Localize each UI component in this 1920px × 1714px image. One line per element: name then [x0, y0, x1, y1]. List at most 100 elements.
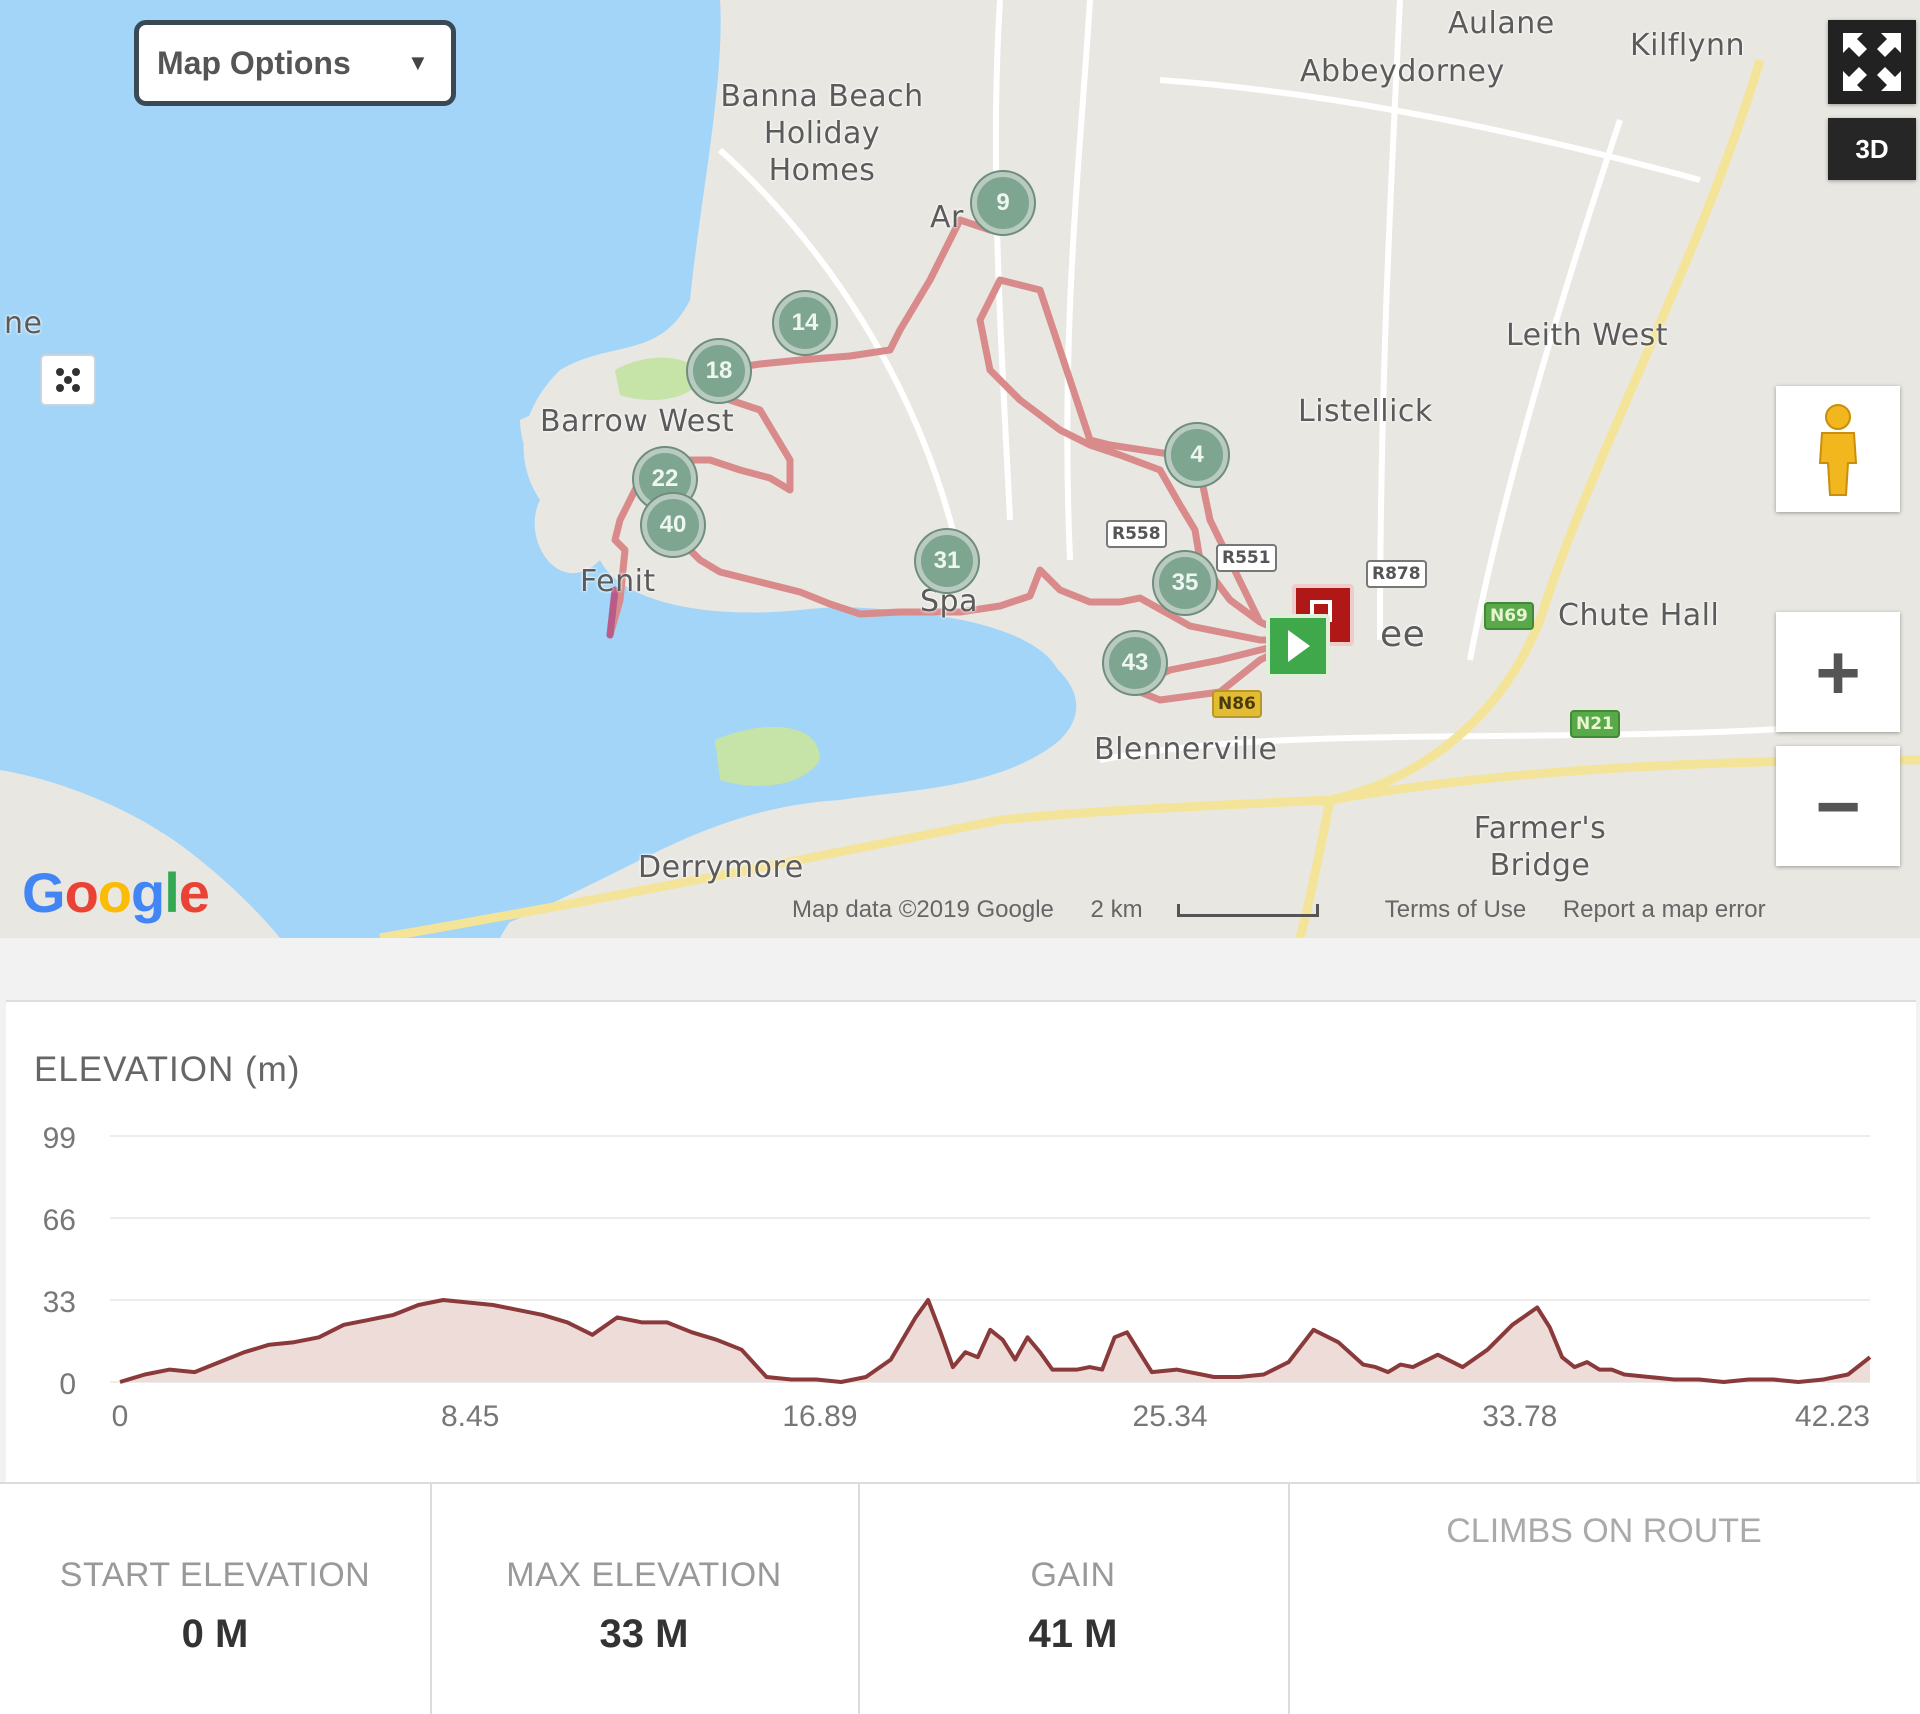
elevation-point	[1721, 1379, 1727, 1385]
report-error-link[interactable]: Report a map error	[1563, 896, 1766, 923]
place-label-blennerville: Blennerville	[1094, 732, 1278, 767]
elevation-point	[1584, 1359, 1590, 1365]
elevation-point	[1199, 1372, 1205, 1378]
place-label-derrymore: Derrymore	[638, 850, 804, 885]
km-marker-4[interactable]: 4	[1166, 424, 1228, 486]
stats-row: START ELEVATION 0 M MAX ELEVATION 33 M G…	[0, 1482, 1920, 1714]
elevation-point	[391, 1312, 397, 1318]
street-view-pegman-button[interactable]	[1776, 386, 1900, 512]
elevation-point	[788, 1377, 794, 1383]
elevation-point	[689, 1329, 695, 1335]
elevation-point	[1534, 1305, 1540, 1311]
zoom-divider	[1790, 737, 1886, 739]
elevation-point	[1621, 1372, 1627, 1378]
google-logo: Google	[22, 861, 210, 924]
elevation-point	[465, 1300, 471, 1306]
elevation-point	[1596, 1367, 1602, 1373]
elevation-point	[1261, 1372, 1267, 1378]
km-marker-43[interactable]: 43	[1104, 632, 1166, 694]
elevation-point	[1037, 1349, 1043, 1355]
elevation-point	[316, 1334, 322, 1340]
elevation-point	[938, 1329, 944, 1335]
elevation-point	[1398, 1362, 1404, 1368]
place-label-leith-west: Leith West	[1506, 318, 1669, 353]
elevation-point	[714, 1337, 720, 1343]
elevation-point	[813, 1377, 819, 1383]
elevation-point	[838, 1379, 844, 1385]
place-label-tralee-partial: ee	[1380, 614, 1426, 655]
elevation-point	[1410, 1364, 1416, 1370]
stat-max-elevation: MAX ELEVATION 33 M	[430, 1484, 860, 1714]
elevation-point	[1012, 1357, 1018, 1363]
stat-label: START ELEVATION	[59, 1556, 371, 1594]
elevation-point	[192, 1369, 198, 1375]
elevation-point	[1311, 1327, 1317, 1333]
elevation-point	[1646, 1374, 1652, 1380]
km-marker-14[interactable]: 14	[774, 292, 836, 354]
view-3d-button[interactable]: 3D	[1828, 118, 1916, 180]
elevation-point	[639, 1319, 645, 1325]
km-marker-9[interactable]: 9	[972, 172, 1034, 234]
elevation-point	[440, 1297, 446, 1303]
place-label-farmers-bridge: Farmer's Bridge	[1473, 811, 1607, 883]
elevation-point	[1335, 1339, 1341, 1345]
elevation-point	[925, 1297, 931, 1303]
y-tick-label: 0	[59, 1368, 76, 1401]
scale-bar	[1176, 904, 1319, 918]
map-data-attribution: Map data ©2019 Google	[792, 896, 1054, 923]
stat-value: 0 M	[181, 1612, 249, 1656]
x-tick-label: 42.23	[1795, 1400, 1870, 1433]
map-options-button[interactable]: Map Options ▼	[134, 20, 456, 106]
road-badge-r878: R878	[1366, 560, 1427, 588]
km-marker-35[interactable]: 35	[1154, 552, 1216, 614]
elevation-point	[1286, 1359, 1292, 1365]
elevation-point	[913, 1314, 919, 1320]
elevation-point	[764, 1374, 770, 1380]
zoom-in-button[interactable]: +	[1776, 612, 1900, 732]
map-footer: Map data ©2019 Google 2 km Terms of Use …	[792, 896, 1796, 924]
elevation-point	[241, 1349, 247, 1355]
terms-link[interactable]: Terms of Use	[1385, 896, 1526, 923]
elevation-point	[962, 1349, 968, 1355]
fullscreen-icon	[1843, 33, 1901, 91]
elevation-point	[1770, 1377, 1776, 1383]
route-map[interactable]: Aulane Kilflynn Abbeydorney Banna Beach H…	[0, 0, 1920, 938]
x-tick-label: 25.34	[1133, 1400, 1208, 1433]
elevation-point	[291, 1339, 297, 1345]
elevation-chart[interactable]: 0 33 66 99 0 8.45 16.89 25.34 33.78 42.23	[6, 1002, 1916, 1484]
elevation-point	[1820, 1377, 1826, 1383]
km-marker-18[interactable]: 18	[688, 340, 750, 402]
elevation-point	[1373, 1364, 1379, 1370]
elevation-point	[1000, 1337, 1006, 1343]
dots-icon	[56, 368, 80, 392]
elevation-point	[266, 1342, 272, 1348]
start-marker[interactable]	[1266, 614, 1330, 678]
km-marker-40[interactable]: 40	[642, 494, 704, 556]
x-tick-label: 8.45	[441, 1400, 499, 1433]
elevation-point	[1845, 1372, 1851, 1378]
fullscreen-button[interactable]	[1828, 20, 1916, 104]
road-badge-n86: N86	[1212, 690, 1262, 718]
zoom-out-button[interactable]: −	[1776, 746, 1900, 866]
elevation-point	[1795, 1379, 1801, 1385]
elevation-point	[589, 1332, 595, 1338]
elevation-point	[1112, 1334, 1118, 1340]
map-canvas[interactable]	[0, 0, 1920, 938]
play-icon	[1288, 630, 1310, 662]
elevation-point	[217, 1359, 223, 1365]
road-badge-r551: R551	[1216, 544, 1277, 572]
km-marker-31[interactable]: 31	[916, 530, 978, 592]
location-icon[interactable]	[40, 354, 96, 406]
elevation-point	[1547, 1324, 1553, 1330]
elevation-point	[863, 1374, 869, 1380]
plus-icon: +	[1815, 627, 1861, 716]
elevation-point	[1074, 1367, 1080, 1373]
elevation-point	[950, 1364, 956, 1370]
elevation-point	[515, 1307, 521, 1313]
elevation-point	[614, 1314, 620, 1320]
place-label-ardfert: Ar	[930, 200, 964, 235]
elevation-point	[1049, 1367, 1055, 1373]
elevation-point	[1087, 1364, 1093, 1370]
elevation-point	[1609, 1367, 1615, 1373]
elevation-point	[366, 1317, 372, 1323]
